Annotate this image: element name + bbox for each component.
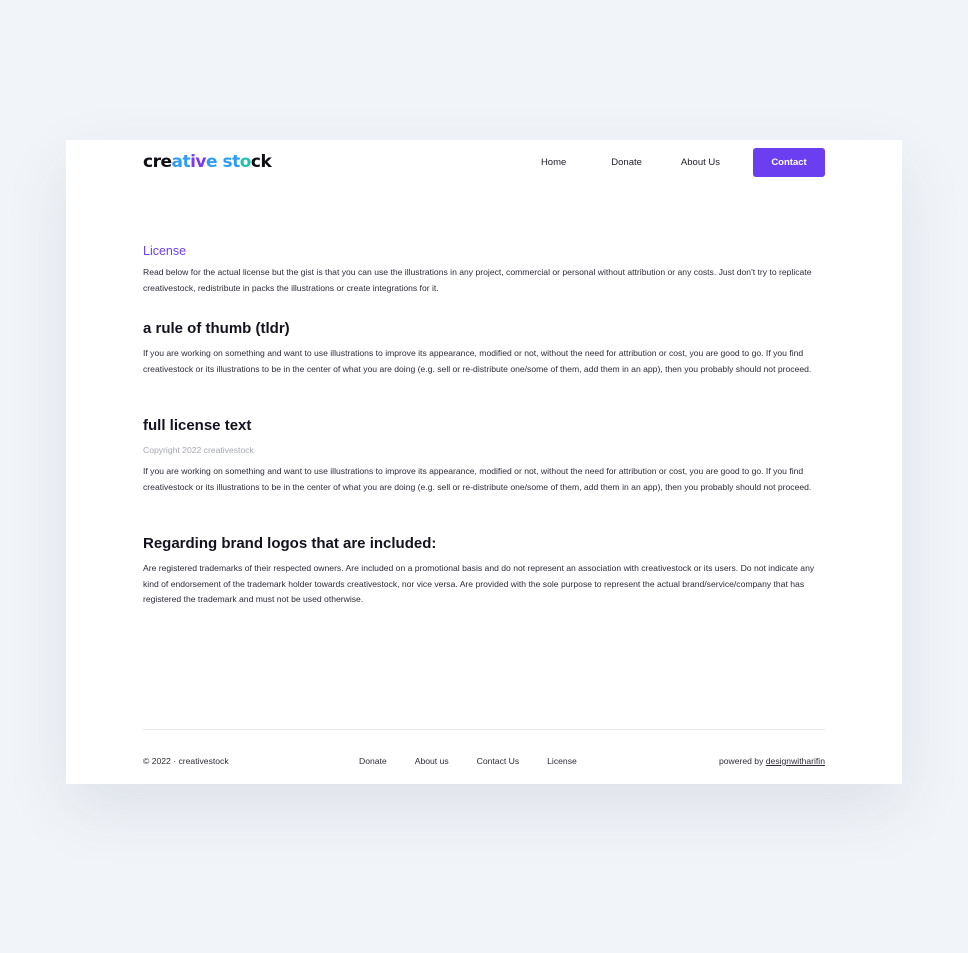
license-kicker: License (143, 244, 187, 258)
nav-donate-link[interactable]: Donate (611, 157, 642, 168)
tldr-paragraph: If you are working on something and want… (143, 348, 812, 374)
powered-by-link[interactable]: designwitharifin (766, 756, 825, 766)
content-container: creative stock Home Donate About Us Cont… (143, 140, 825, 784)
page-card: creative stock Home Donate About Us Cont… (66, 140, 902, 784)
footer-divider (143, 729, 825, 730)
brand-logos-paragraph: Are registered trademarks of their respe… (143, 563, 815, 604)
tldr-heading: a rule of thumb (tldr) (143, 320, 290, 337)
copyright-line: Copyright 2022 creativestock (143, 445, 254, 455)
full-license-paragraph: If you are working on something and want… (143, 466, 812, 492)
logo[interactable]: creative stock (143, 152, 272, 172)
logo-part: iv (190, 152, 207, 172)
logo-part: o (239, 152, 252, 172)
footer-license-link[interactable]: License (547, 756, 577, 766)
full-license-heading: full license text (143, 417, 252, 434)
footer-copyright: © 2022 · creativestock (143, 756, 229, 766)
footer-about-link[interactable]: About us (415, 756, 449, 766)
nav-home-link[interactable]: Home (541, 157, 566, 168)
logo-part: cre (143, 152, 172, 172)
main-nav: Home Donate About Us Contact (541, 147, 825, 177)
intro-paragraph: Read below for the actual license but th… (143, 267, 812, 293)
footer-donate-link[interactable]: Donate (359, 756, 387, 766)
powered-by-prefix: powered by (718, 756, 766, 766)
nav-about-link[interactable]: About Us (681, 157, 720, 168)
logo-part: at (171, 152, 191, 172)
contact-button[interactable]: Contact (753, 147, 825, 177)
logo-part: ck (250, 152, 272, 172)
brand-logos-heading: Regarding brand logos that are included: (143, 535, 437, 552)
logo-part: e st (206, 152, 240, 172)
site-header: creative stock Home Donate About Us Cont… (143, 147, 825, 177)
footer-contact-link[interactable]: Contact Us (477, 756, 520, 766)
powered-by: powered by designwitharifin (719, 756, 825, 766)
footer-links: Donate About us Contact Us License (359, 756, 577, 766)
